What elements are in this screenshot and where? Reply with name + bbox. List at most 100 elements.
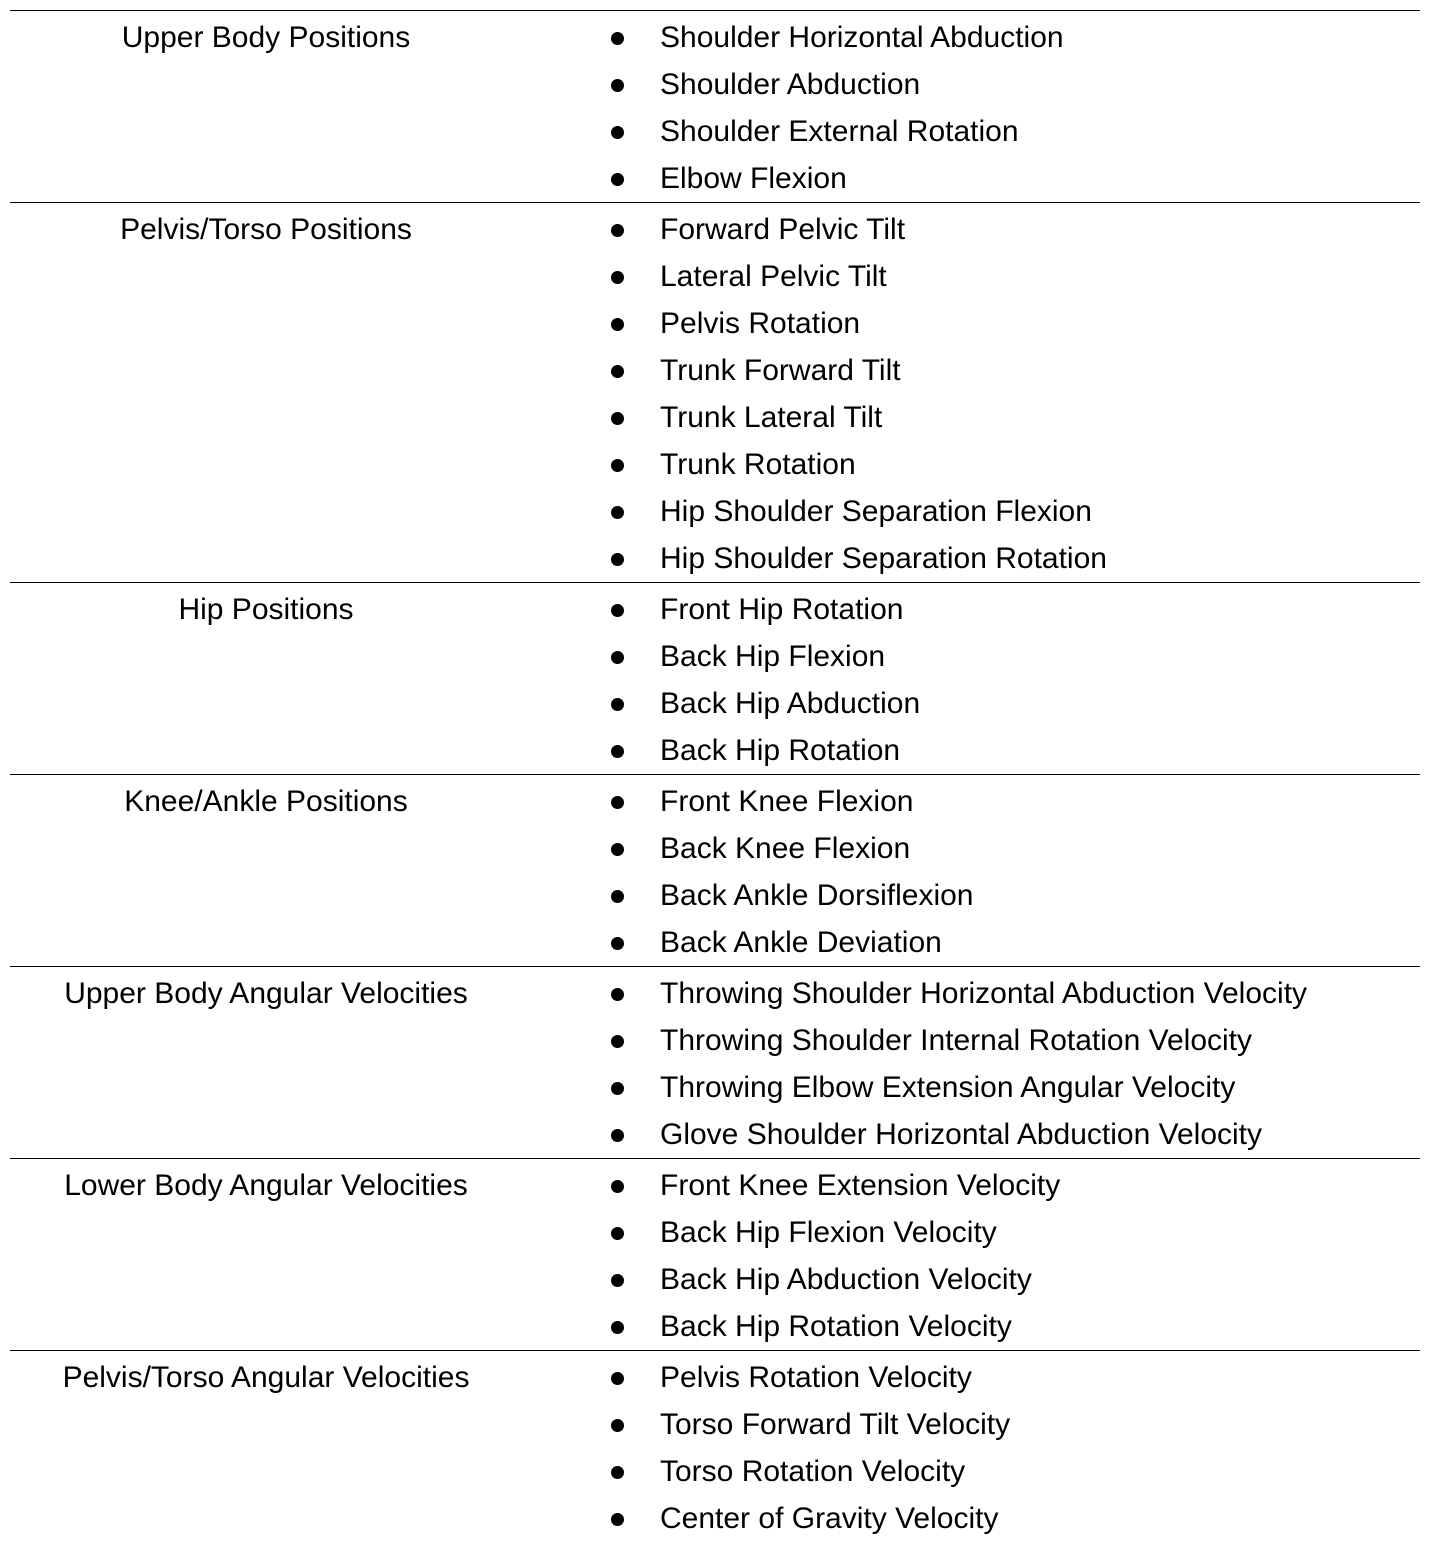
bullet-icon bbox=[611, 318, 624, 331]
bullet-icon bbox=[611, 79, 624, 92]
item-text: Hip Shoulder Separation Flexion bbox=[660, 495, 1092, 528]
table-row: Pelvis/Torso Angular Velocities Pelvis Ro… bbox=[10, 1350, 1420, 1542]
item-text: Shoulder Abduction bbox=[660, 68, 921, 101]
bullet-icon bbox=[611, 1466, 624, 1479]
bullet-list: Shoulder Horizontal Abduction Shoulder Ab… bbox=[522, 14, 1420, 202]
bullet-icon bbox=[611, 1035, 624, 1048]
list-item: Front Knee Flexion bbox=[522, 778, 1420, 825]
bullet-icon bbox=[611, 1129, 624, 1142]
table-row: Pelvis/Torso Positions Forward Pelvic Til… bbox=[10, 202, 1420, 582]
item-text: Back Hip Abduction bbox=[660, 687, 921, 720]
category-label: Upper Body Angular Velocities bbox=[64, 977, 468, 1010]
bullet-icon bbox=[611, 698, 624, 711]
item-text: Torso Forward Tilt Velocity bbox=[660, 1408, 1011, 1441]
list-item: Back Ankle Dorsiflexion bbox=[522, 872, 1420, 919]
item-text: Trunk Lateral Tilt bbox=[660, 401, 883, 434]
item-text: Throwing Shoulder Horizontal Abduction V… bbox=[660, 977, 1308, 1010]
list-item: Trunk Forward Tilt bbox=[522, 347, 1420, 394]
list-item: Shoulder Abduction bbox=[522, 61, 1420, 108]
bullet-icon bbox=[611, 988, 624, 1001]
bullet-icon bbox=[611, 796, 624, 809]
bullet-icon bbox=[611, 459, 624, 472]
bullet-list: Front Hip Rotation Back Hip Flexion Back H… bbox=[522, 586, 1420, 774]
category-label: Hip Positions bbox=[178, 593, 354, 626]
bullet-icon bbox=[611, 1274, 624, 1287]
item-text: Forward Pelvic Tilt bbox=[660, 213, 906, 246]
list-item: Elbow Flexion bbox=[522, 155, 1420, 202]
bullet-icon bbox=[611, 553, 624, 566]
list-item: Pelvis Rotation Velocity bbox=[522, 1354, 1420, 1401]
bullet-icon bbox=[611, 890, 624, 903]
item-text: Trunk Forward Tilt bbox=[660, 354, 901, 387]
metrics-table: Upper Body Positions Shoulder Horizontal … bbox=[10, 10, 1420, 1542]
item-text: Back Ankle Deviation bbox=[660, 926, 942, 959]
table-row: Knee/Ankle Positions Front Knee Flexion Ba… bbox=[10, 774, 1420, 966]
bullet-icon bbox=[611, 1227, 624, 1240]
item-text: Front Hip Rotation bbox=[660, 593, 904, 626]
list-item: Hip Shoulder Separation Flexion bbox=[522, 488, 1420, 535]
item-text: Elbow Flexion bbox=[660, 162, 847, 195]
item-text: Back Hip Flexion Velocity bbox=[660, 1216, 997, 1249]
item-text: Shoulder External Rotation bbox=[660, 115, 1019, 148]
item-text: Throwing Elbow Extension Angular Velocit… bbox=[660, 1071, 1236, 1104]
list-item: Back Hip Flexion Velocity bbox=[522, 1209, 1420, 1256]
item-text: Back Knee Flexion bbox=[660, 832, 911, 865]
list-item: Throwing Shoulder Horizontal Abduction V… bbox=[522, 970, 1420, 1017]
list-item: Pelvis Rotation bbox=[522, 300, 1420, 347]
bullet-icon bbox=[611, 1321, 624, 1334]
item-text: Shoulder Horizontal Abduction bbox=[660, 21, 1064, 54]
item-text: Front Knee Flexion bbox=[660, 785, 914, 818]
list-item: Torso Forward Tilt Velocity bbox=[522, 1401, 1420, 1448]
list-item: Front Knee Extension Velocity bbox=[522, 1162, 1420, 1209]
list-item: Center of Gravity Velocity bbox=[522, 1495, 1420, 1542]
bullet-icon bbox=[611, 1180, 624, 1193]
list-item: Glove Shoulder Horizontal Abduction Velo… bbox=[522, 1111, 1420, 1158]
item-text: Trunk Rotation bbox=[660, 448, 856, 481]
bullet-icon bbox=[611, 271, 624, 284]
list-item: Back Hip Flexion bbox=[522, 633, 1420, 680]
bullet-icon bbox=[611, 365, 624, 378]
item-text: Lateral Pelvic Tilt bbox=[660, 260, 887, 293]
item-text: Back Hip Rotation Velocity bbox=[660, 1310, 1012, 1343]
list-item: Back Knee Flexion bbox=[522, 825, 1420, 872]
item-text: Hip Shoulder Separation Rotation bbox=[660, 542, 1107, 575]
list-item: Back Hip Abduction bbox=[522, 680, 1420, 727]
bullet-list: Front Knee Extension Velocity Back Hip Fl… bbox=[522, 1162, 1420, 1350]
table-row: Upper Body Positions Shoulder Horizontal … bbox=[10, 10, 1420, 202]
list-item: Shoulder Horizontal Abduction bbox=[522, 14, 1420, 61]
list-item: Forward Pelvic Tilt bbox=[522, 206, 1420, 253]
list-item: Hip Shoulder Separation Rotation bbox=[522, 535, 1420, 582]
category-label: Pelvis/Torso Angular Velocities bbox=[62, 1361, 470, 1394]
bullet-icon bbox=[611, 1513, 624, 1526]
list-item: Front Hip Rotation bbox=[522, 586, 1420, 633]
bullet-list: Forward Pelvic Tilt Lateral Pelvic Tilt Pe… bbox=[522, 206, 1420, 582]
bullet-icon bbox=[611, 651, 624, 664]
list-item: Back Hip Rotation bbox=[522, 727, 1420, 774]
item-text: Pelvis Rotation bbox=[660, 307, 861, 340]
bullet-icon bbox=[611, 224, 624, 237]
bullet-icon bbox=[611, 604, 624, 617]
item-text: Throwing Shoulder Internal Rotation Velo… bbox=[660, 1024, 1253, 1057]
bullet-list: Front Knee Flexion Back Knee Flexion Back … bbox=[522, 778, 1420, 966]
item-text: Back Ankle Dorsiflexion bbox=[660, 879, 974, 912]
list-item: Back Hip Abduction Velocity bbox=[522, 1256, 1420, 1303]
bullet-icon bbox=[611, 412, 624, 425]
list-item: Lateral Pelvic Tilt bbox=[522, 253, 1420, 300]
list-item: Trunk Lateral Tilt bbox=[522, 394, 1420, 441]
bullet-icon bbox=[611, 745, 624, 758]
bullet-icon bbox=[611, 173, 624, 186]
table-row: Lower Body Angular Velocities Front Knee … bbox=[10, 1158, 1420, 1350]
bullet-list: Pelvis Rotation Velocity Torso Forward Ti… bbox=[522, 1354, 1420, 1542]
category-label: Upper Body Positions bbox=[121, 21, 411, 54]
bullet-icon bbox=[611, 32, 624, 45]
bullet-icon bbox=[611, 1372, 624, 1385]
bullet-icon bbox=[611, 126, 624, 139]
list-item: Torso Rotation Velocity bbox=[522, 1448, 1420, 1495]
list-item: Throwing Shoulder Internal Rotation Velo… bbox=[522, 1017, 1420, 1064]
item-text: Glove Shoulder Horizontal Abduction Velo… bbox=[660, 1118, 1263, 1151]
list-item: Back Hip Rotation Velocity bbox=[522, 1303, 1420, 1350]
item-text: Back Hip Abduction Velocity bbox=[660, 1263, 1032, 1296]
table-row: Upper Body Angular Velocities Throwing Sh… bbox=[10, 966, 1420, 1158]
item-text: Front Knee Extension Velocity bbox=[660, 1169, 1061, 1202]
item-text: Back Hip Flexion bbox=[660, 640, 886, 673]
